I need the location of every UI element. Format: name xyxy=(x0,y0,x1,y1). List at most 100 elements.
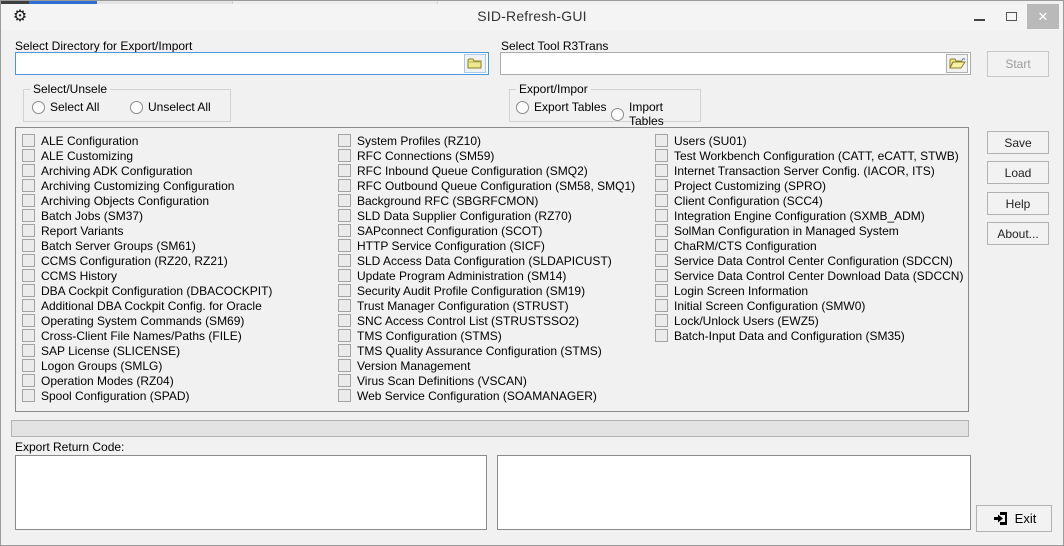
checkbox[interactable] xyxy=(655,224,668,237)
checkbox-item[interactable]: Background RFC (SBGRFCMON) xyxy=(338,193,635,208)
checkbox-item[interactable]: DBA Cockpit Configuration (DBACOCKPIT) xyxy=(22,283,272,298)
checkbox[interactable] xyxy=(22,374,35,387)
radio-unselect-all[interactable]: Unselect All xyxy=(130,100,211,114)
checkbox-item[interactable]: Logon Groups (SMLG) xyxy=(22,358,272,373)
about-button[interactable]: About... xyxy=(987,222,1049,245)
checkbox-item[interactable]: CCMS Configuration (RZ20, RZ21) xyxy=(22,253,272,268)
checkbox[interactable] xyxy=(655,164,668,177)
checkbox-item[interactable]: Operation Modes (RZ04) xyxy=(22,373,272,388)
checkbox-item[interactable]: Login Screen Information xyxy=(655,283,963,298)
checkbox-item[interactable]: Test Workbench Configuration (CATT, eCAT… xyxy=(655,148,963,163)
checkbox-item[interactable]: RFC Inbound Queue Configuration (SMQ2) xyxy=(338,163,635,178)
maximize-button[interactable] xyxy=(995,4,1027,29)
checkbox[interactable] xyxy=(22,314,35,327)
checkbox[interactable] xyxy=(338,284,351,297)
checkbox-item[interactable]: SAPconnect Configuration (SCOT) xyxy=(338,223,635,238)
checkbox[interactable] xyxy=(338,374,351,387)
checkbox-item[interactable]: RFC Connections (SM59) xyxy=(338,148,635,163)
checkbox[interactable] xyxy=(655,299,668,312)
checkbox[interactable] xyxy=(338,344,351,357)
checkbox[interactable] xyxy=(22,269,35,282)
radio-import-tables[interactable]: Import Tables xyxy=(611,100,700,128)
checkbox[interactable] xyxy=(338,299,351,312)
checkbox-item[interactable]: Users (SU01) xyxy=(655,133,963,148)
radio-export-tables[interactable]: Export Tables xyxy=(516,100,607,114)
checkbox-item[interactable]: Batch Server Groups (SM61) xyxy=(22,238,272,253)
checkbox-item[interactable]: SNC Access Control List (STRUSTSSO2) xyxy=(338,313,635,328)
checkbox[interactable] xyxy=(22,284,35,297)
checkbox[interactable] xyxy=(22,359,35,372)
tool-browse-button[interactable] xyxy=(946,54,968,73)
checkbox[interactable] xyxy=(655,149,668,162)
checkbox-item[interactable]: Virus Scan Definitions (VSCAN) xyxy=(338,373,635,388)
save-button[interactable]: Save xyxy=(987,131,1049,154)
checkbox-item[interactable]: SAP License (SLICENSE) xyxy=(22,343,272,358)
checkbox[interactable] xyxy=(338,164,351,177)
checkbox-item[interactable]: Service Data Control Center Download Dat… xyxy=(655,268,963,283)
checkbox-item[interactable]: ChaRM/CTS Configuration xyxy=(655,238,963,253)
directory-browse-button[interactable] xyxy=(464,54,486,73)
checkbox[interactable] xyxy=(338,329,351,342)
checkbox-item[interactable]: Security Audit Profile Configuration (SM… xyxy=(338,283,635,298)
checkbox[interactable] xyxy=(338,254,351,267)
checkbox-item[interactable]: Additional DBA Cockpit Config. for Oracl… xyxy=(22,298,272,313)
checkbox[interactable] xyxy=(338,359,351,372)
radio-circle[interactable] xyxy=(611,108,624,121)
checkbox[interactable] xyxy=(338,179,351,192)
checkbox-item[interactable]: Cross-Client File Names/Paths (FILE) xyxy=(22,328,272,343)
checkbox-item[interactable]: Archiving Customizing Configuration xyxy=(22,178,272,193)
checkbox[interactable] xyxy=(22,329,35,342)
directory-input[interactable] xyxy=(15,52,489,75)
checkbox[interactable] xyxy=(22,389,35,402)
checkbox[interactable] xyxy=(22,224,35,237)
radio-select-all[interactable]: Select All xyxy=(32,100,99,114)
minimize-button[interactable] xyxy=(963,4,995,29)
checkbox[interactable] xyxy=(338,149,351,162)
tool-input[interactable] xyxy=(500,52,971,75)
checkbox[interactable] xyxy=(655,194,668,207)
checkbox-item[interactable]: Report Variants xyxy=(22,223,272,238)
checkbox-item[interactable]: Operating System Commands (SM69) xyxy=(22,313,272,328)
checkbox-item[interactable]: Service Data Control Center Configuratio… xyxy=(655,253,963,268)
checkbox[interactable] xyxy=(338,239,351,252)
checkbox[interactable] xyxy=(22,134,35,147)
checkbox[interactable] xyxy=(338,269,351,282)
load-button[interactable]: Load xyxy=(987,161,1049,184)
radio-circle[interactable] xyxy=(32,101,45,114)
checkbox[interactable] xyxy=(22,254,35,267)
checkbox-item[interactable]: TMS Configuration (STMS) xyxy=(338,328,635,343)
checkbox-item[interactable]: HTTP Service Configuration (SICF) xyxy=(338,238,635,253)
checkbox[interactable] xyxy=(22,149,35,162)
start-button[interactable]: Start xyxy=(987,51,1049,77)
checkbox-item[interactable]: Batch Jobs (SM37) xyxy=(22,208,272,223)
checkbox-item[interactable]: Update Program Administration (SM14) xyxy=(338,268,635,283)
radio-circle[interactable] xyxy=(130,101,143,114)
checkbox[interactable] xyxy=(22,179,35,192)
help-button[interactable]: Help xyxy=(987,192,1049,215)
checkbox[interactable] xyxy=(655,209,668,222)
checkbox[interactable] xyxy=(655,179,668,192)
checkbox[interactable] xyxy=(338,209,351,222)
checkbox-item[interactable]: CCMS History xyxy=(22,268,272,283)
checkbox-item[interactable]: Integration Engine Configuration (SXMB_A… xyxy=(655,208,963,223)
export-output-right[interactable] xyxy=(497,455,971,530)
checkbox[interactable] xyxy=(22,299,35,312)
checkbox-item[interactable]: SLD Data Supplier Configuration (RZ70) xyxy=(338,208,635,223)
radio-circle[interactable] xyxy=(516,101,529,114)
checkbox-item[interactable]: System Profiles (RZ10) xyxy=(338,133,635,148)
checkbox[interactable] xyxy=(22,344,35,357)
checkbox[interactable] xyxy=(22,194,35,207)
checkbox-item[interactable]: Client Configuration (SCC4) xyxy=(655,193,963,208)
checkbox[interactable] xyxy=(655,134,668,147)
checkbox-item[interactable]: Version Management xyxy=(338,358,635,373)
checkbox-item[interactable]: Internet Transaction Server Config. (IAC… xyxy=(655,163,963,178)
checkbox[interactable] xyxy=(338,389,351,402)
checkbox[interactable] xyxy=(655,284,668,297)
checkbox-item[interactable]: ALE Configuration xyxy=(22,133,272,148)
checkbox[interactable] xyxy=(655,329,668,342)
checkbox[interactable] xyxy=(338,224,351,237)
checkbox[interactable] xyxy=(655,269,668,282)
checkbox[interactable] xyxy=(338,314,351,327)
checkbox-item[interactable]: TMS Quality Assurance Configuration (STM… xyxy=(338,343,635,358)
checkbox-item[interactable]: Spool Configuration (SPAD) xyxy=(22,388,272,403)
